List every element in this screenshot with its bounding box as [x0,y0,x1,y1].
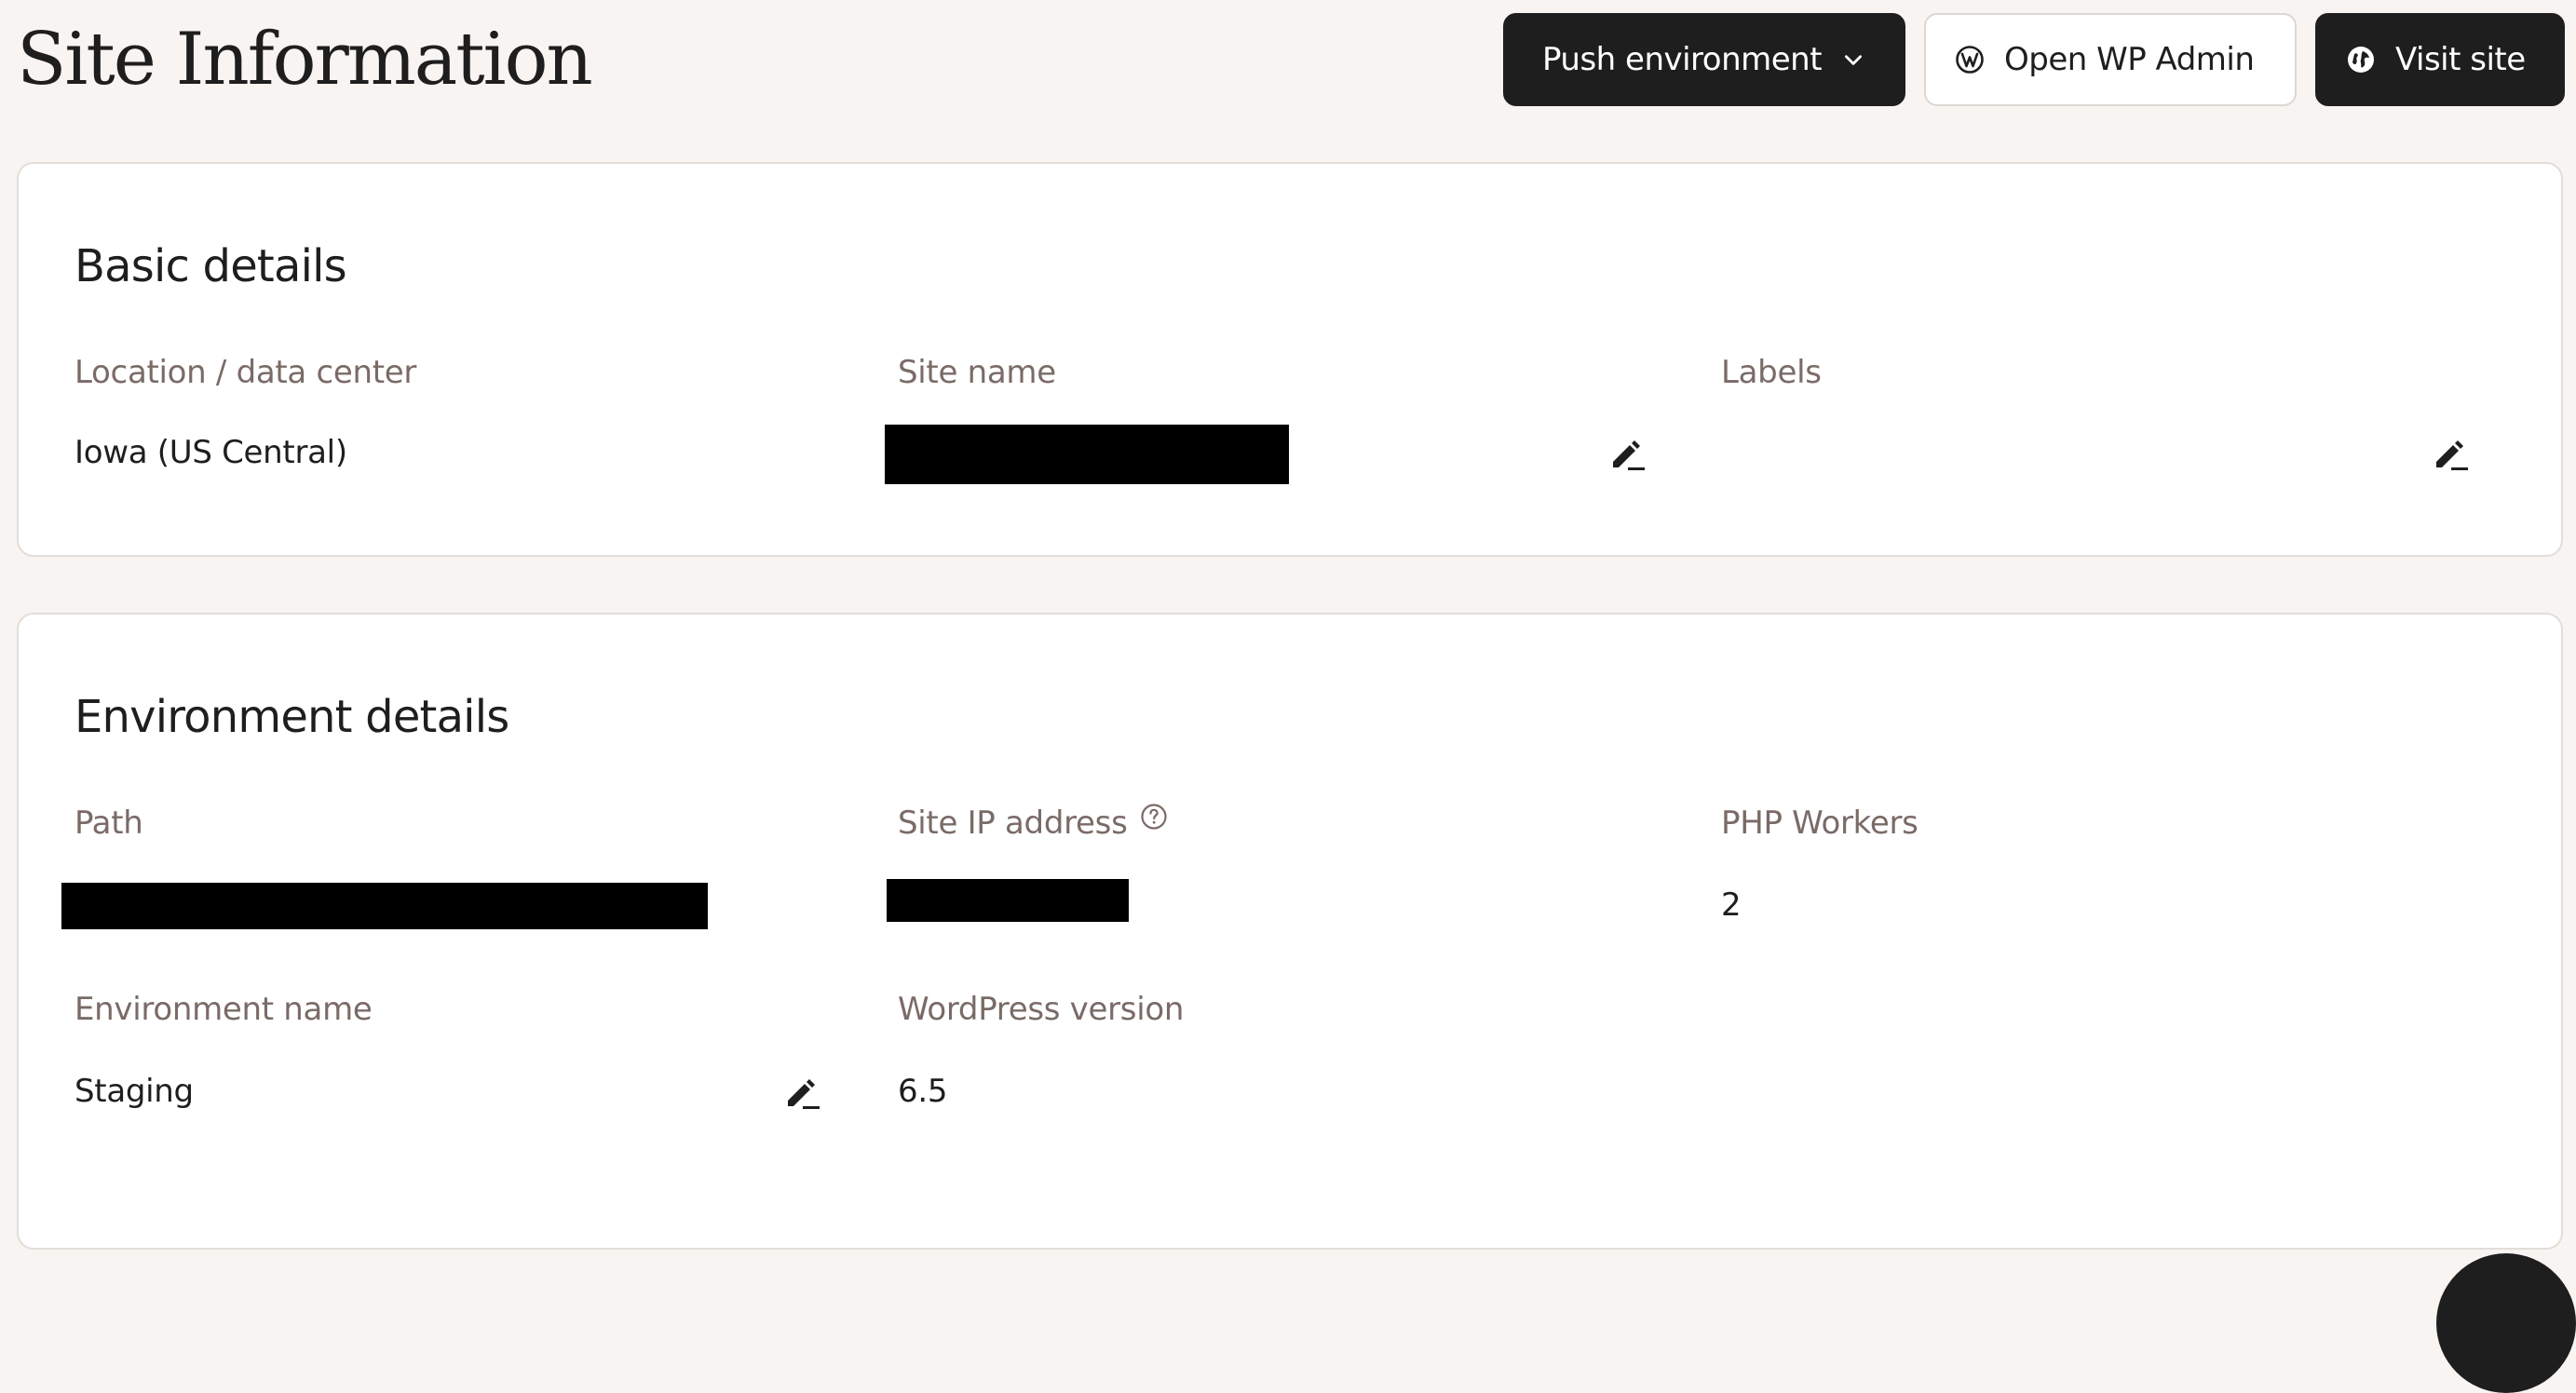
pencil-icon [782,1071,823,1112]
edit-environment-name-button[interactable] [780,1069,825,1114]
visit-site-label: Visit site [2395,41,2526,78]
chat-launcher-button[interactable] [2436,1253,2576,1393]
push-environment-button[interactable]: Push environment [1503,13,1905,106]
basic-details-card: Basic details Location / data center Iow… [17,162,2563,557]
open-wp-admin-label: Open WP Admin [2004,41,2255,78]
pencil-icon [1607,432,1648,473]
environment-details-card: Environment details Path Site IP address… [17,613,2563,1250]
wordpress-version-value: 6.5 [898,1073,948,1110]
php-workers-label: PHP Workers [1721,805,1918,842]
wordpress-icon [1954,44,1986,75]
help-icon[interactable] [1139,802,1169,832]
open-wp-admin-button[interactable]: Open WP Admin [1924,13,2297,106]
visit-site-button[interactable]: Visit site [2315,13,2565,106]
environment-details-title: Environment details [75,691,509,743]
path-label: Path [75,805,143,842]
push-environment-label: Push environment [1542,41,1823,78]
site-ip-value-redacted [887,879,1129,922]
php-workers-value: 2 [1721,886,1742,924]
page-title: Site Information [17,18,593,101]
site-name-value-redacted [885,425,1289,484]
site-ip-label-text: Site IP address [898,805,1128,842]
environment-name-label: Environment name [75,991,373,1028]
site-ip-label: Site IP address [898,803,1169,844]
basic-details-title: Basic details [75,240,347,292]
site-name-label: Site name [898,354,1056,391]
pencil-icon [2431,432,2472,473]
globe-icon [2345,44,2377,75]
edit-labels-button[interactable] [2429,430,2474,475]
environment-name-value: Staging [75,1073,194,1110]
wordpress-version-label: WordPress version [898,991,1185,1028]
labels-label: Labels [1721,354,1822,391]
edit-site-name-button[interactable] [1606,430,1650,475]
path-value-redacted [61,883,708,929]
chevron-down-icon [1840,47,1866,73]
header-actions: Push environment Open WP Admin Visit sit… [1503,13,2565,106]
location-label: Location / data center [75,354,417,391]
location-value: Iowa (US Central) [75,434,347,471]
